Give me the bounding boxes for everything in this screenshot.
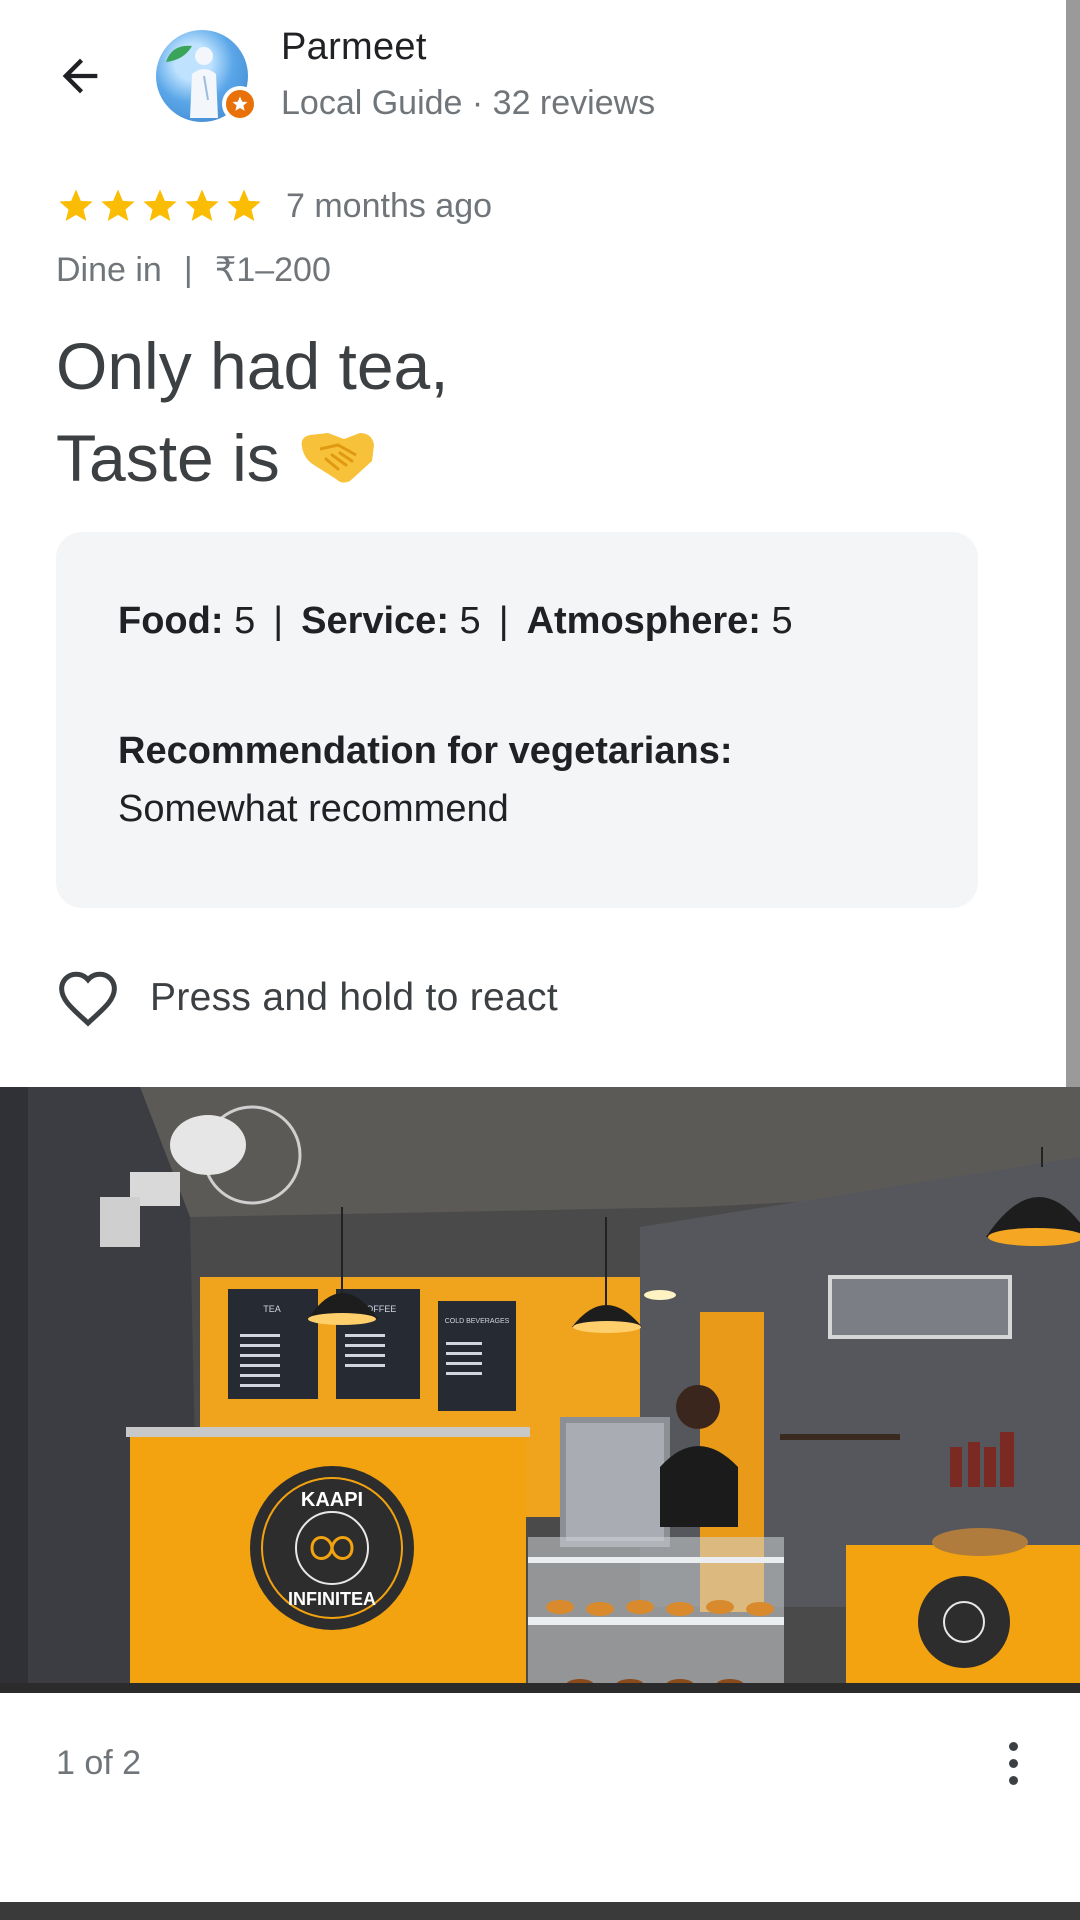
recommendation-label: Recommendation for vegetarians: bbox=[118, 730, 733, 772]
visit-info: Dine in | ₹1–200 bbox=[56, 250, 331, 290]
review-header: Parmeet Local Guide · 32 reviews bbox=[0, 0, 1060, 150]
star-icon bbox=[143, 189, 177, 221]
more-vert-icon-dot bbox=[1008, 1758, 1018, 1768]
service-label: Service: bbox=[301, 600, 449, 642]
review-time: 7 months ago bbox=[286, 186, 493, 225]
react-label: Press and hold to react bbox=[150, 976, 558, 1019]
review-attributes-card: Food: 5 | Service: 5 | Atmosphere: 5 Recomme… bbox=[56, 532, 978, 908]
more-vert-icon-dot bbox=[1008, 1775, 1018, 1785]
avatar-leaf-icon bbox=[166, 45, 192, 62]
category-ratings: Food: 5 | Service: 5 | Atmosphere: 5 bbox=[118, 600, 793, 643]
react-button[interactable]: Press and hold to react bbox=[56, 966, 558, 1030]
menu-header-tea: TEA bbox=[263, 1304, 281, 1314]
more-options-button[interactable] bbox=[990, 1735, 1036, 1791]
review-text-line-2: Taste is bbox=[56, 412, 1016, 510]
user-name[interactable]: Parmeet bbox=[281, 26, 427, 69]
menu-boards: TEA COFFEE COLD BEVERAGES bbox=[228, 1289, 516, 1411]
review-text: Only had tea, Taste is bbox=[56, 320, 1016, 510]
cafe-photo-illustration: TEA COFFEE COLD BEVERAGES KAAPI INFINITE… bbox=[0, 1087, 1080, 1693]
more-vert-icon-dot bbox=[1008, 1741, 1018, 1751]
service-value: 5 bbox=[459, 600, 481, 642]
logo-text-bottom: INFINITEA bbox=[288, 1589, 376, 1609]
star-icon bbox=[185, 189, 219, 221]
review-photo[interactable]: TEA COFFEE COLD BEVERAGES KAAPI INFINITE… bbox=[0, 1087, 1080, 1693]
visit-type: Dine in bbox=[56, 251, 162, 289]
logo-text-top: KAAPI bbox=[301, 1489, 363, 1511]
star-icon bbox=[227, 189, 261, 221]
price-range: ₹1–200 bbox=[214, 251, 331, 289]
star-icon bbox=[101, 189, 135, 221]
star-rating bbox=[56, 186, 264, 226]
arrow-back-icon bbox=[62, 58, 98, 94]
food-label: Food: bbox=[118, 600, 224, 642]
handshake-emoji-icon bbox=[298, 418, 378, 510]
kaapi-infinitea-logo: KAAPI INFINITEA bbox=[250, 1466, 414, 1630]
photo-counter: 1 of 2 bbox=[56, 1744, 142, 1782]
user-meta: Local Guide · 32 reviews bbox=[281, 84, 656, 122]
scrollbar[interactable] bbox=[1066, 0, 1080, 1087]
rating-row: 7 months ago bbox=[56, 184, 492, 228]
local-guide-badge-icon bbox=[222, 86, 258, 122]
visit-separator: | bbox=[183, 251, 193, 289]
review-text-line-2-text: Taste is bbox=[56, 421, 280, 495]
ratings-separator: | bbox=[273, 600, 284, 642]
menu-header-cold-beverages: COLD BEVERAGES bbox=[445, 1318, 510, 1325]
review-text-line-1: Only had tea, bbox=[56, 329, 449, 403]
food-value: 5 bbox=[234, 600, 256, 642]
atmosphere-value: 5 bbox=[771, 600, 793, 642]
ratings-separator: | bbox=[498, 600, 509, 642]
star-icon bbox=[59, 189, 93, 221]
next-photo-peek[interactable] bbox=[0, 1902, 1080, 1920]
heart-outline-icon bbox=[59, 971, 117, 1027]
back-button[interactable] bbox=[48, 44, 112, 108]
atmosphere-label: Atmosphere: bbox=[526, 600, 761, 642]
recommendation-value: Somewhat recommend bbox=[118, 788, 509, 830]
